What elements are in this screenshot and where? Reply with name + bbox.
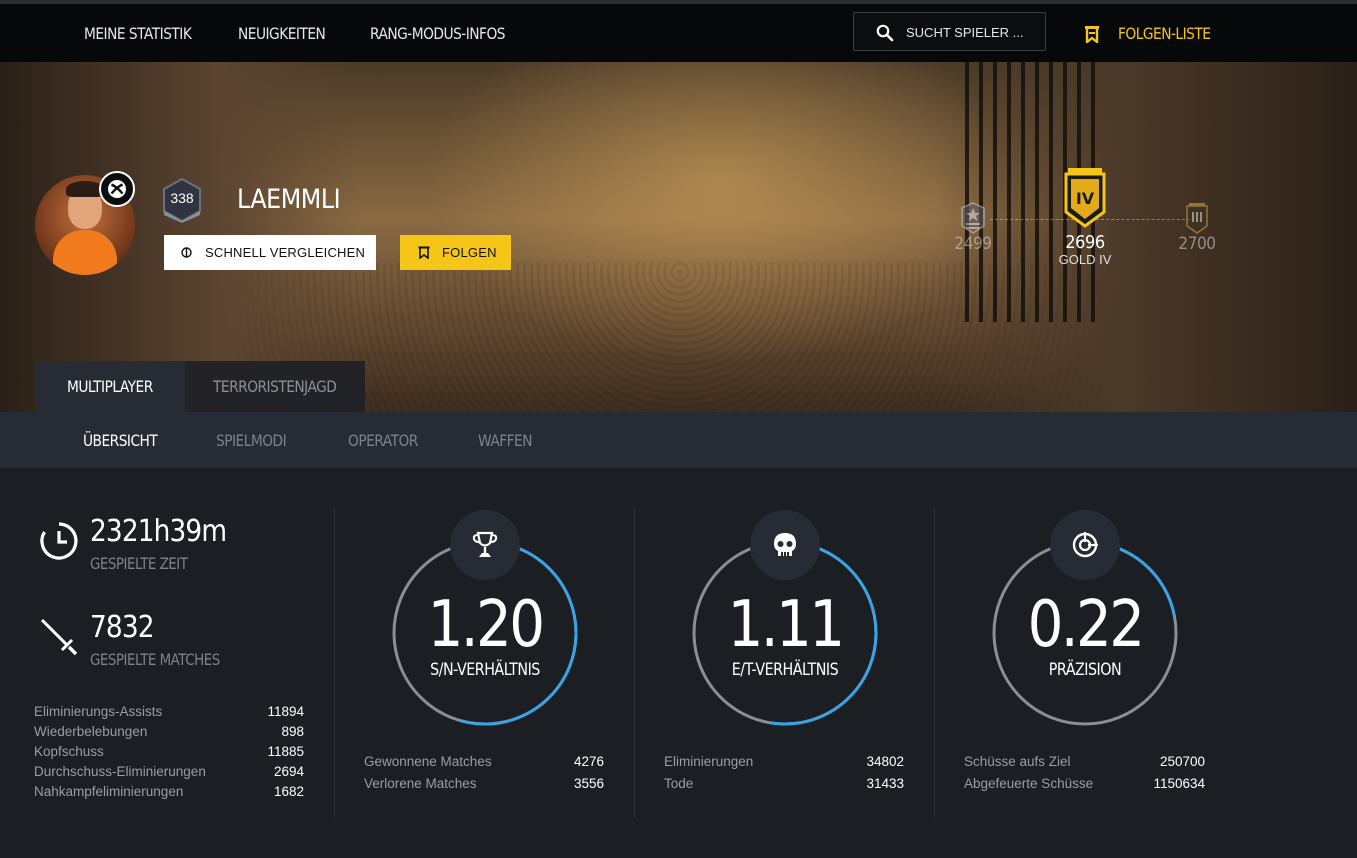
- follow-button[interactable]: FOLGEN: [400, 235, 511, 270]
- column-divider: [334, 508, 335, 818]
- gold-iii-rank-icon: [1186, 203, 1208, 234]
- rank-current-name: GOLD IV: [1058, 252, 1112, 267]
- list-item: Wiederbelebungen 898: [34, 724, 304, 739]
- accuracy-value: 0.22: [1027, 588, 1145, 662]
- rank-next: 2700: [1174, 202, 1220, 254]
- win-loss-ratio-value: 1.20: [427, 588, 545, 662]
- rank-previous-value: 2499: [954, 234, 992, 254]
- crosshair-icon: [1072, 532, 1098, 558]
- active-tab-indicator: [103, 456, 131, 468]
- sword-icon: [40, 618, 78, 656]
- tab-multiplayer[interactable]: MULTIPLAYER: [35, 361, 185, 412]
- overview-panel: 2321h39m GESPIELTE ZEIT 7832 GESPIELTE M…: [0, 468, 1357, 858]
- list-item: Durchschuss-Eliminierungen 2694: [34, 764, 304, 779]
- list-item: Gewonnene Matches 4276: [364, 754, 604, 769]
- follow-label: FOLGEN: [442, 245, 497, 260]
- list-item: Tode 31433: [664, 776, 904, 791]
- follow-list-label: FOLGEN-LISTE: [1118, 24, 1211, 43]
- matches-played-value: 7832: [90, 610, 155, 645]
- section-tabs: ÜBERSICHT SPIELMODI OPERATOR WAFFEN: [0, 412, 1357, 468]
- kill-death-gauge: 1.11 E/T-VERHÄLTNIS: [688, 508, 888, 728]
- gauge-icon-disc: [750, 510, 820, 580]
- rank-current: IV 2696 GOLD IV: [1050, 166, 1120, 267]
- bookmark-icon: [418, 246, 430, 259]
- gauge-icon-disc: [450, 510, 520, 580]
- list-item: Eliminierungen 34802: [664, 754, 904, 769]
- list-item: Nahkampfeliminierungen 1682: [34, 784, 304, 799]
- rank-current-value: 2696: [1065, 232, 1105, 253]
- nav-link-my-stats[interactable]: MEINE STATISTIK: [84, 4, 192, 62]
- player-level: 338: [170, 190, 194, 206]
- tab-operators[interactable]: OPERATOR: [348, 412, 418, 468]
- list-item: Schüsse aufs Ziel 250700: [964, 754, 1205, 769]
- column-divider: [634, 508, 635, 818]
- trophy-icon: [472, 531, 498, 557]
- quick-compare-label: SCHNELL VERGLEICHEN: [205, 245, 366, 260]
- win-loss-ratio-label: S/N-VERHÄLTNIS: [430, 660, 540, 680]
- xbox-icon: [108, 180, 126, 198]
- time-played-label: GESPIELTE ZEIT: [90, 554, 188, 573]
- gold-rank-icon: IV: [1064, 168, 1106, 228]
- player-search[interactable]: [853, 12, 1046, 51]
- clock-icon: [40, 522, 78, 560]
- rank-next-value: 2700: [1178, 234, 1216, 254]
- list-item: Eliminierungs-Assists 11894: [34, 704, 304, 719]
- gold-rank-emblem: IV: [1076, 189, 1095, 208]
- compare-icon: [181, 247, 192, 258]
- time-played-value: 2321h39m: [90, 514, 227, 549]
- accuracy-label: PRÄZISION: [1048, 660, 1122, 680]
- list-item: Kopfschuss 11885: [34, 744, 304, 759]
- player-search-input[interactable]: [906, 21, 1036, 43]
- matches-played-label: GESPIELTE MATCHES: [90, 650, 220, 669]
- rank-previous: 2499: [950, 202, 996, 254]
- summary-details-list: Eliminierungs-Assists 11894 Wiederbelebun…: [34, 704, 304, 804]
- top-navigation: MEINE STATISTIK NEUIGKEITEN RANG-MODUS-I…: [0, 0, 1357, 62]
- search-icon: [876, 24, 894, 42]
- tab-game-modes[interactable]: SPIELMODI: [216, 412, 287, 468]
- list-item: Abgefeuerte Schüsse 1150634: [964, 776, 1205, 791]
- tab-terrorist-hunt[interactable]: TERRORISTENJAGD: [185, 361, 365, 412]
- platform-badge: [99, 171, 135, 207]
- accuracy-details: Schüsse aufs Ziel 250700 Abgefeuerte Schü…: [964, 754, 1205, 798]
- profile-header: 338 LAEMMLI SCHNELL VERGLEICHEN FOLGEN 2…: [0, 62, 1357, 412]
- list-item: Verlorene Matches 3556: [364, 776, 604, 791]
- nav-link-ranked-info[interactable]: RANG-MODUS-INFOS: [370, 4, 506, 62]
- win-loss-gauge: 1.20 S/N-VERHÄLTNIS: [388, 508, 588, 728]
- kill-death-details: Eliminierungen 34802 Tode 31433: [664, 754, 904, 798]
- nav-link-news[interactable]: NEUIGKEITEN: [238, 4, 326, 62]
- bookmark-icon: [1085, 26, 1099, 43]
- column-divider: [934, 508, 935, 818]
- kill-death-ratio-label: E/T-VERHÄLTNIS: [731, 660, 839, 680]
- kill-death-ratio-value: 1.11: [727, 588, 845, 662]
- tab-weapons[interactable]: WAFFEN: [478, 412, 533, 468]
- quick-compare-button[interactable]: SCHNELL VERGLEICHEN: [164, 235, 376, 270]
- gauge-icon-disc: [1050, 510, 1120, 580]
- silver-rank-icon: [961, 202, 985, 234]
- level-badge: 338: [160, 177, 204, 223]
- win-loss-details: Gewonnene Matches 4276 Verlorene Matches 3…: [364, 754, 604, 798]
- accuracy-gauge: 0.22 PRÄZISION: [988, 508, 1188, 728]
- skull-icon: [774, 533, 796, 556]
- player-name: LAEMMLI: [237, 184, 341, 215]
